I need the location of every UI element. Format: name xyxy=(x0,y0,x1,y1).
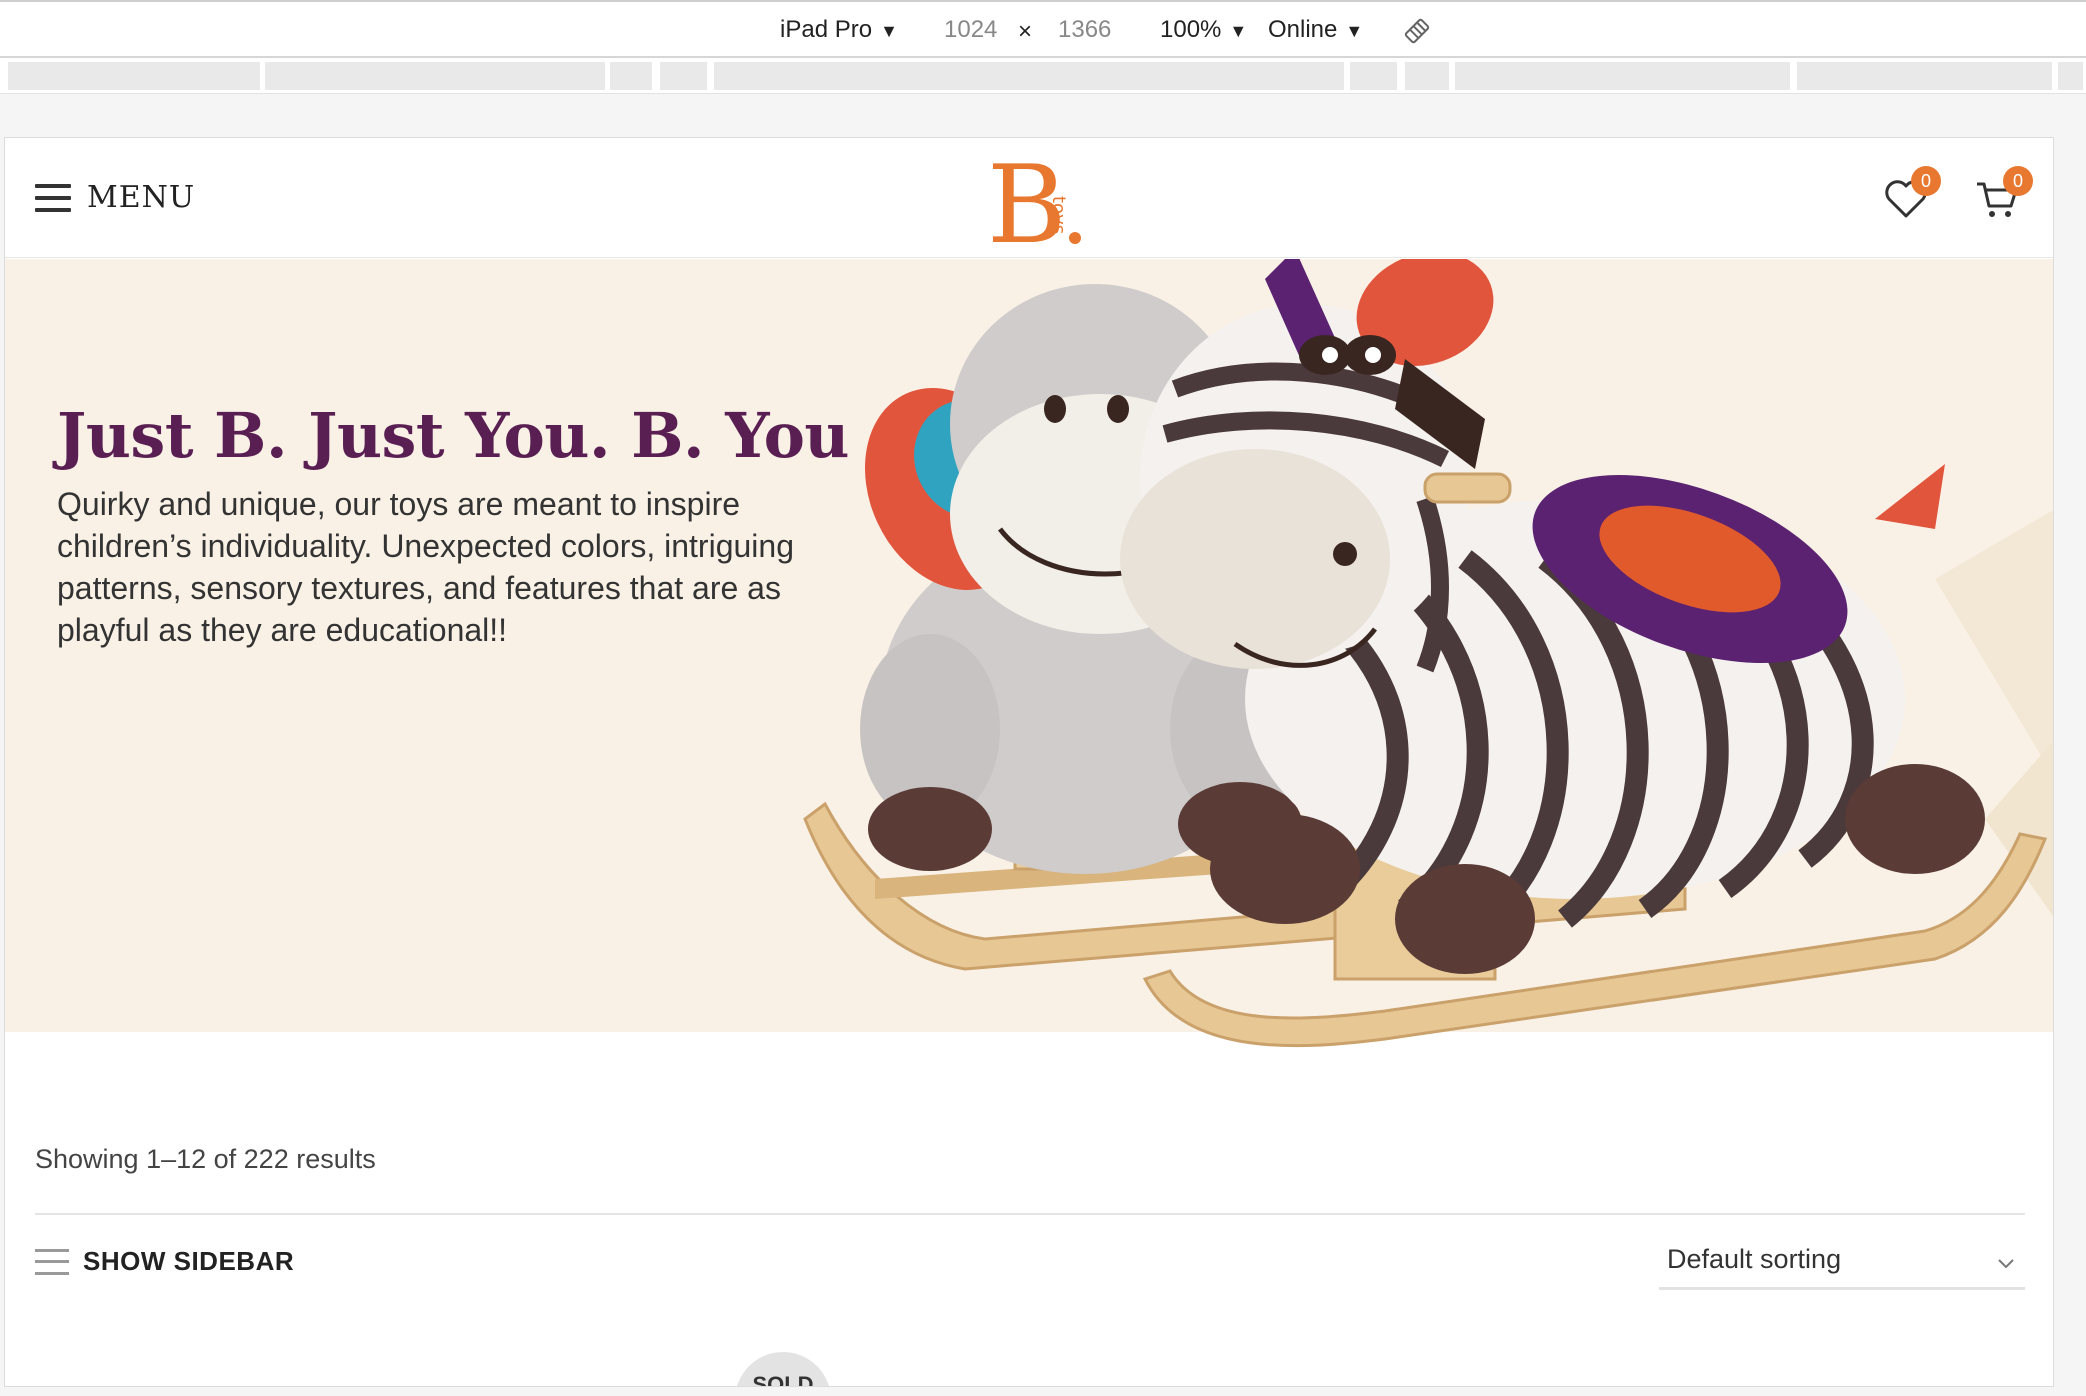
width-input[interactable]: 1024 xyxy=(944,16,997,44)
sold-badge: SOLD xyxy=(735,1352,831,1386)
device-caret-icon: ▼ xyxy=(880,21,898,41)
network-select[interactable]: Online ▼ xyxy=(1268,16,1363,44)
network-caret-icon: ▼ xyxy=(1345,21,1364,41)
sorting-value: Default sorting xyxy=(1667,1244,1842,1274)
device-select[interactable]: iPad Pro ▼ xyxy=(780,16,898,44)
media-query-segment[interactable] xyxy=(714,62,1347,90)
media-query-segment[interactable] xyxy=(1455,62,1793,90)
wishlist-count-badge: 0 xyxy=(1911,166,1941,196)
height-input[interactable]: 1366 xyxy=(1058,16,1111,44)
cart-button[interactable]: 0 xyxy=(1973,166,2033,224)
media-query-bar xyxy=(0,58,2086,94)
hero-description: Quirky and unique, our toys are meant to… xyxy=(57,486,794,648)
menu-button[interactable]: MENU xyxy=(35,180,195,215)
zoom-caret-icon: ▼ xyxy=(1229,21,1248,41)
media-query-segment[interactable] xyxy=(610,62,655,90)
toolbar-divider xyxy=(35,1213,2025,1215)
sorting-select[interactable]: Default sorting xyxy=(1659,1238,2025,1290)
media-query-segment[interactable] xyxy=(660,62,710,90)
device-name: iPad Pro xyxy=(780,16,873,43)
rotate-icon[interactable] xyxy=(1402,16,1432,46)
device-toolbar: iPad Pro ▼ 1024 × 1366 100% ▼ Online ▼ xyxy=(0,0,2086,58)
media-query-segment[interactable] xyxy=(1405,62,1452,90)
media-query-segment[interactable] xyxy=(2058,62,2086,90)
rocking-toys-image xyxy=(803,259,2053,1048)
hero-title: Just B. Just You. B. You xyxy=(57,399,850,472)
media-query-segment[interactable] xyxy=(8,62,263,90)
brand-logo[interactable]: B toys xyxy=(983,146,1093,256)
cart-count-badge: 0 xyxy=(2003,166,2033,196)
hamburger-icon xyxy=(35,183,71,212)
zoom-select[interactable]: 100% ▼ xyxy=(1160,16,1247,44)
zoom-value: 100% xyxy=(1160,16,1222,43)
site-header: MENU B toys 0 0 xyxy=(5,138,2053,258)
media-query-segment[interactable] xyxy=(1350,62,1400,90)
sidebar-list-icon xyxy=(35,1248,69,1275)
wishlist-button[interactable]: 0 xyxy=(1881,166,1941,224)
device-viewport: MENU B toys 0 0 Just B. Just You. B. You… xyxy=(4,137,2054,1387)
show-sidebar-button[interactable]: SHOW SIDEBAR xyxy=(35,1246,294,1277)
logo-word: toys xyxy=(1048,196,1069,234)
show-sidebar-label: SHOW SIDEBAR xyxy=(83,1246,295,1276)
times-icon: × xyxy=(1018,18,1033,45)
menu-label: MENU xyxy=(87,180,196,215)
network-value: Online xyxy=(1268,16,1338,43)
media-query-segment[interactable] xyxy=(265,62,608,90)
result-count: Showing 1–12 of 222 results xyxy=(35,1144,376,1174)
chevron-down-icon xyxy=(1998,1259,2014,1269)
media-query-segment[interactable] xyxy=(1797,62,2055,90)
